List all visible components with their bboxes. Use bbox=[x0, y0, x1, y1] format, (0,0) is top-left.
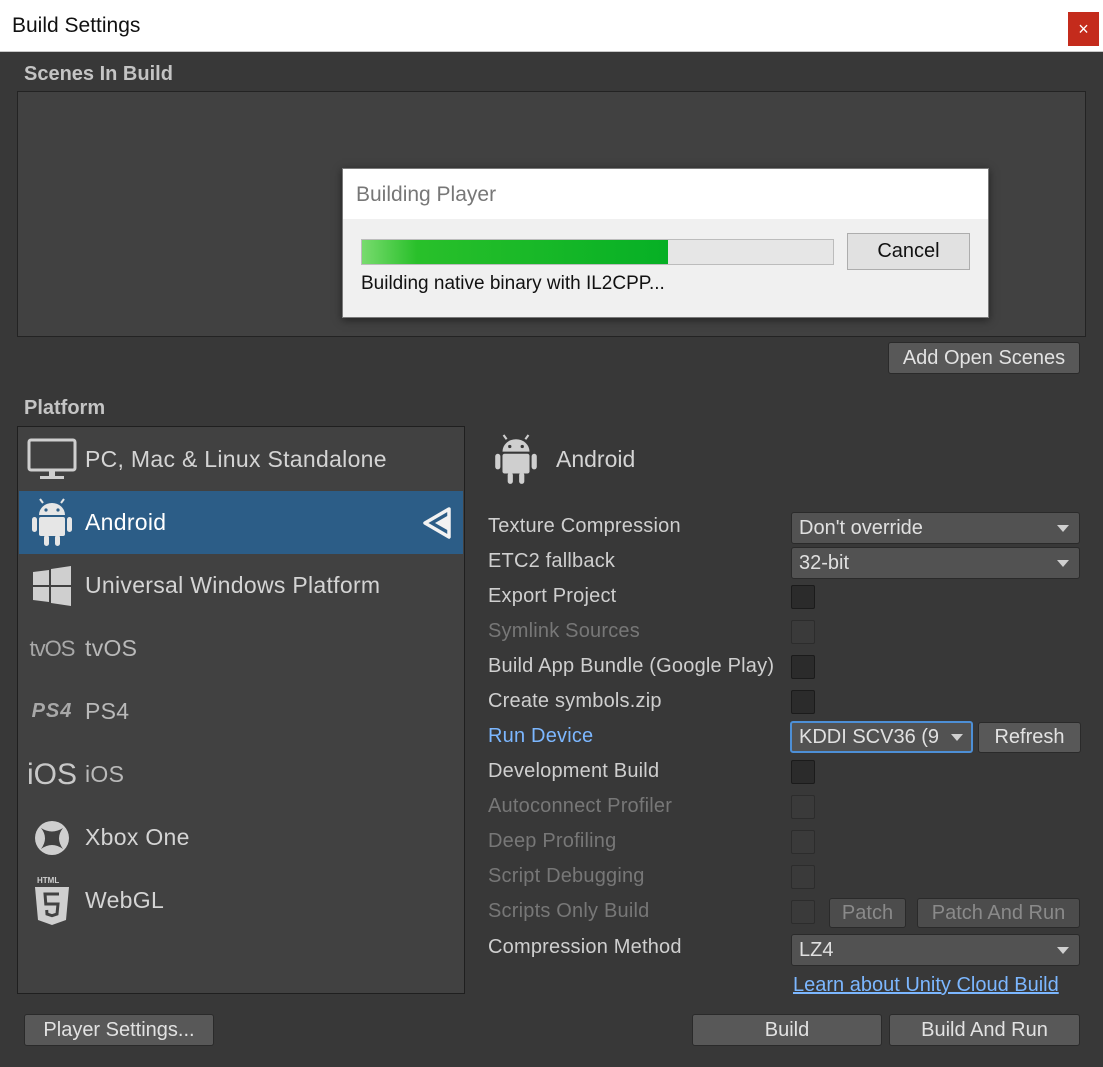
script-debugging-label: Script Debugging bbox=[488, 865, 645, 887]
dropdown-value: LZ4 bbox=[799, 939, 834, 961]
script-debugging-checkbox[interactable] bbox=[791, 865, 815, 889]
player-settings-button[interactable]: Player Settings... bbox=[24, 1014, 214, 1046]
export-project-row: Export Project bbox=[488, 580, 1088, 615]
texture-compression-label: Texture Compression bbox=[488, 515, 681, 537]
platform-item-ios[interactable]: iOS iOS bbox=[19, 743, 463, 806]
tvos-icon: tvOS bbox=[29, 635, 76, 661]
progress-bar bbox=[361, 239, 834, 265]
etc2-fallback-dropdown[interactable]: 32-bit bbox=[791, 547, 1080, 579]
development-build-checkbox[interactable] bbox=[791, 760, 815, 784]
platform-item-uwp[interactable]: Universal Windows Platform bbox=[19, 554, 463, 617]
platform-name: PC, Mac & Linux Standalone bbox=[85, 446, 387, 472]
compression-method-label: Compression Method bbox=[488, 936, 682, 958]
window-title: Build Settings bbox=[12, 14, 141, 37]
platform-item-standalone[interactable]: PC, Mac & Linux Standalone bbox=[19, 428, 463, 491]
create-symbols-row: Create symbols.zip bbox=[488, 685, 1088, 720]
xbox-icon bbox=[19, 806, 85, 869]
build-app-bundle-label: Build App Bundle (Google Play) bbox=[488, 655, 775, 677]
dialog-header: Building Player bbox=[343, 169, 988, 219]
run-device-dropdown[interactable]: KDDI SCV36 (9 bbox=[790, 721, 973, 753]
dropdown-value: 32-bit bbox=[799, 552, 850, 574]
platform-item-android[interactable]: Android bbox=[19, 491, 463, 554]
chevron-down-icon bbox=[1057, 560, 1069, 567]
symlink-sources-row: Symlink Sources bbox=[488, 615, 1088, 650]
platform-item-ps4[interactable]: PS4 PS4 bbox=[19, 680, 463, 743]
ios-icon: iOS bbox=[26, 757, 77, 791]
create-symbols-checkbox[interactable] bbox=[791, 690, 815, 714]
windows-icon bbox=[19, 554, 85, 617]
build-app-bundle-row: Build App Bundle (Google Play) bbox=[488, 650, 1088, 685]
platform-name: tvOS bbox=[85, 635, 138, 661]
create-symbols-label: Create symbols.zip bbox=[488, 690, 662, 712]
compression-method-dropdown[interactable]: LZ4 bbox=[791, 934, 1080, 966]
development-build-row: Development Build bbox=[488, 755, 1088, 790]
building-player-dialog: Building Player Building native binary w… bbox=[342, 168, 989, 318]
etc2-fallback-label: ETC2 fallback bbox=[488, 550, 616, 572]
html5-icon: HTML bbox=[19, 869, 85, 932]
chevron-down-icon bbox=[1057, 525, 1069, 532]
platform-list: PC, Mac & Linux Standalone Android Unive… bbox=[17, 426, 465, 994]
android-icon bbox=[491, 434, 541, 491]
development-build-label: Development Build bbox=[488, 760, 660, 782]
platform-label: Platform bbox=[24, 397, 106, 419]
close-icon: × bbox=[1078, 18, 1089, 39]
platform-item-webgl[interactable]: HTML WebGL bbox=[19, 869, 463, 932]
platform-name: PS4 bbox=[85, 698, 130, 724]
deep-profiling-checkbox[interactable] bbox=[791, 830, 815, 854]
chevron-down-icon bbox=[951, 734, 963, 741]
run-device-label: Run Device bbox=[488, 725, 594, 747]
cloud-build-link[interactable]: Learn about Unity Cloud Build bbox=[793, 974, 1059, 997]
platform-name: WebGL bbox=[85, 887, 165, 913]
title-bar: Build Settings × bbox=[0, 0, 1103, 52]
export-project-checkbox[interactable] bbox=[791, 585, 815, 609]
progress-bar-fill bbox=[362, 240, 668, 264]
symlink-sources-label: Symlink Sources bbox=[488, 620, 640, 642]
progress-status-text: Building native binary with IL2CPP... bbox=[361, 273, 665, 294]
scripts-only-build-checkbox[interactable] bbox=[791, 900, 815, 924]
texture-compression-dropdown[interactable]: Don't override bbox=[791, 512, 1080, 544]
symlink-sources-checkbox[interactable] bbox=[791, 620, 815, 644]
autoconnect-profiler-checkbox[interactable] bbox=[791, 795, 815, 819]
platform-item-xbox[interactable]: Xbox One bbox=[19, 806, 463, 869]
platform-item-tvos[interactable]: tvOS tvOS bbox=[19, 617, 463, 680]
add-open-scenes-button[interactable]: Add Open Scenes bbox=[888, 342, 1080, 374]
android-icon bbox=[19, 491, 85, 554]
settings-platform-title: Android bbox=[556, 446, 636, 472]
patch-and-run-button[interactable]: Patch And Run bbox=[917, 898, 1080, 928]
export-project-label: Export Project bbox=[488, 585, 617, 607]
patch-button[interactable]: Patch bbox=[829, 898, 906, 928]
autoconnect-profiler-row: Autoconnect Profiler bbox=[488, 790, 1088, 825]
platform-name: Universal Windows Platform bbox=[85, 572, 381, 598]
dialog-title: Building Player bbox=[356, 183, 497, 206]
script-debugging-row: Script Debugging bbox=[488, 860, 1088, 895]
cancel-button[interactable]: Cancel bbox=[847, 233, 970, 270]
platform-name: iOS bbox=[85, 761, 125, 787]
deep-profiling-row: Deep Profiling bbox=[488, 825, 1088, 860]
chevron-down-icon bbox=[1057, 947, 1069, 954]
unity-logo-icon bbox=[419, 507, 453, 544]
platform-name: Android bbox=[85, 509, 167, 535]
scenes-in-build-label: Scenes In Build bbox=[24, 63, 173, 85]
refresh-button[interactable]: Refresh bbox=[978, 722, 1081, 753]
build-app-bundle-checkbox[interactable] bbox=[791, 655, 815, 679]
dropdown-value: Don't override bbox=[799, 517, 923, 539]
autoconnect-profiler-label: Autoconnect Profiler bbox=[488, 795, 673, 817]
dropdown-value: KDDI SCV36 (9 bbox=[799, 726, 940, 748]
build-and-run-button[interactable]: Build And Run bbox=[889, 1014, 1080, 1046]
platform-name: Xbox One bbox=[85, 824, 190, 850]
scripts-only-build-label: Scripts Only Build bbox=[488, 900, 650, 922]
ps4-icon: PS4 bbox=[31, 700, 73, 722]
deep-profiling-label: Deep Profiling bbox=[488, 830, 617, 852]
close-button[interactable]: × bbox=[1068, 12, 1099, 46]
monitor-icon bbox=[19, 428, 85, 491]
build-button[interactable]: Build bbox=[692, 1014, 882, 1046]
